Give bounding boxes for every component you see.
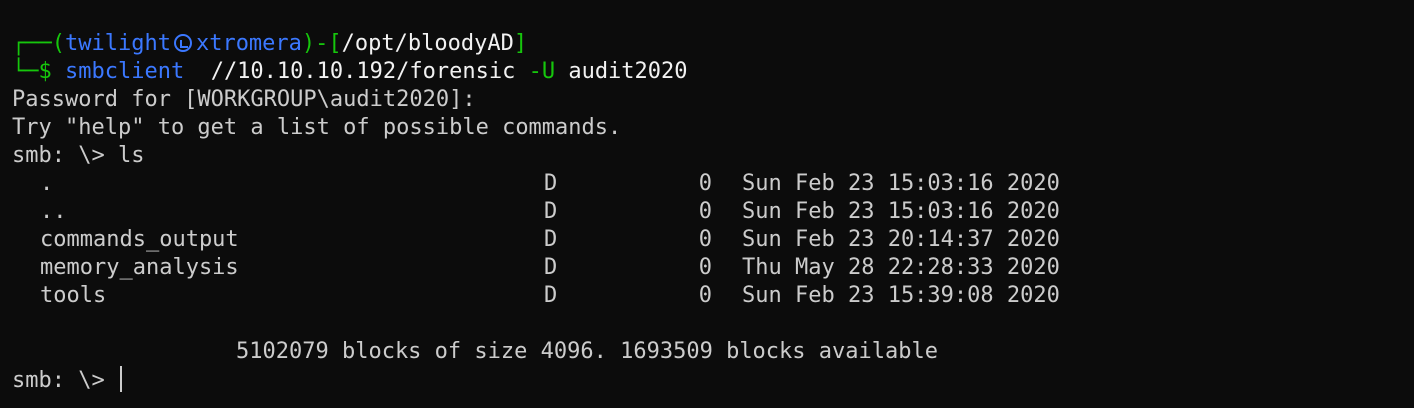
terminal-window[interactable]: ┌──(twilight xtromera)-[/opt/bloodyAD] └─… [0,0,1414,408]
skull-icon [173,34,192,52]
prompt-box-bottom: └─$ [12,59,65,84]
listing-size: 0 [698,171,712,196]
listing-size: 0 [698,283,712,308]
listing-name: tools [40,283,107,308]
prompt-close-bracket: ] [513,31,528,56]
listing-row: . D 0 Sun Feb 23 15:03:16 2020 [12,170,1414,198]
listing-name: .. [40,199,67,224]
prompt-user: twilight [64,31,171,56]
listing-date: Thu May 28 22:28:33 2020 [742,255,1060,280]
prompt-line-top: ┌──(twilight xtromera)-[/opt/bloodyAD] [12,30,1414,58]
listing-date: Sun Feb 23 15:03:16 2020 [742,171,1060,196]
smb-prompt-line[interactable]: smb: \> [12,366,1414,394]
command-name: smbclient [64,59,185,84]
prompt-separator: )-[ [301,31,342,56]
command-flag-value: audit2020 [555,59,688,84]
listing-type: D [544,227,558,252]
blocks-summary-line: 5102079 blocks of size 4096. 1693509 blo… [236,339,938,364]
directory-listing: . D 0 Sun Feb 23 15:03:16 2020 .. D 0 Su… [12,170,1414,310]
listing-date: Sun Feb 23 15:39:08 2020 [742,283,1060,308]
listing-size: 0 [698,255,712,280]
listing-date: Sun Feb 23 15:03:16 2020 [742,199,1060,224]
smb-ls-command-line: smb: \> ls [12,143,145,168]
listing-size: 0 [698,227,712,252]
listing-type: D [544,199,558,224]
prompt-line-command: └─$ smbclient //10.10.10.192/forensic -U… [12,58,1414,86]
prompt-host: xtromera [195,31,302,56]
listing-row: commands_output D 0 Sun Feb 23 20:14:37 … [12,226,1414,254]
listing-size: 0 [698,199,712,224]
listing-type: D [544,255,558,280]
listing-name: commands_output [40,227,239,252]
listing-row: memory_analysis D 0 Thu May 28 22:28:33 … [12,254,1414,282]
listing-name: memory_analysis [40,255,239,280]
prompt-path: /opt/bloodyAD [341,31,514,56]
listing-name: . [40,171,54,196]
listing-date: Sun Feb 23 20:14:37 2020 [742,227,1060,252]
prompt-box-top: ┌──( [12,31,65,56]
listing-type: D [544,283,558,308]
listing-type: D [544,171,558,196]
help-hint-line: Try "help" to get a list of possible com… [12,115,622,140]
command-flag: -U [528,59,556,84]
smb-prompt: smb: \> [12,368,118,393]
password-prompt-line: Password for [WORKGROUP\audit2020]: [12,87,476,112]
command-share: //10.10.10.192/forensic [184,59,529,84]
listing-row: tools D 0 Sun Feb 23 15:39:08 2020 [12,282,1414,310]
text-cursor [119,366,122,392]
listing-row: .. D 0 Sun Feb 23 15:03:16 2020 [12,198,1414,226]
